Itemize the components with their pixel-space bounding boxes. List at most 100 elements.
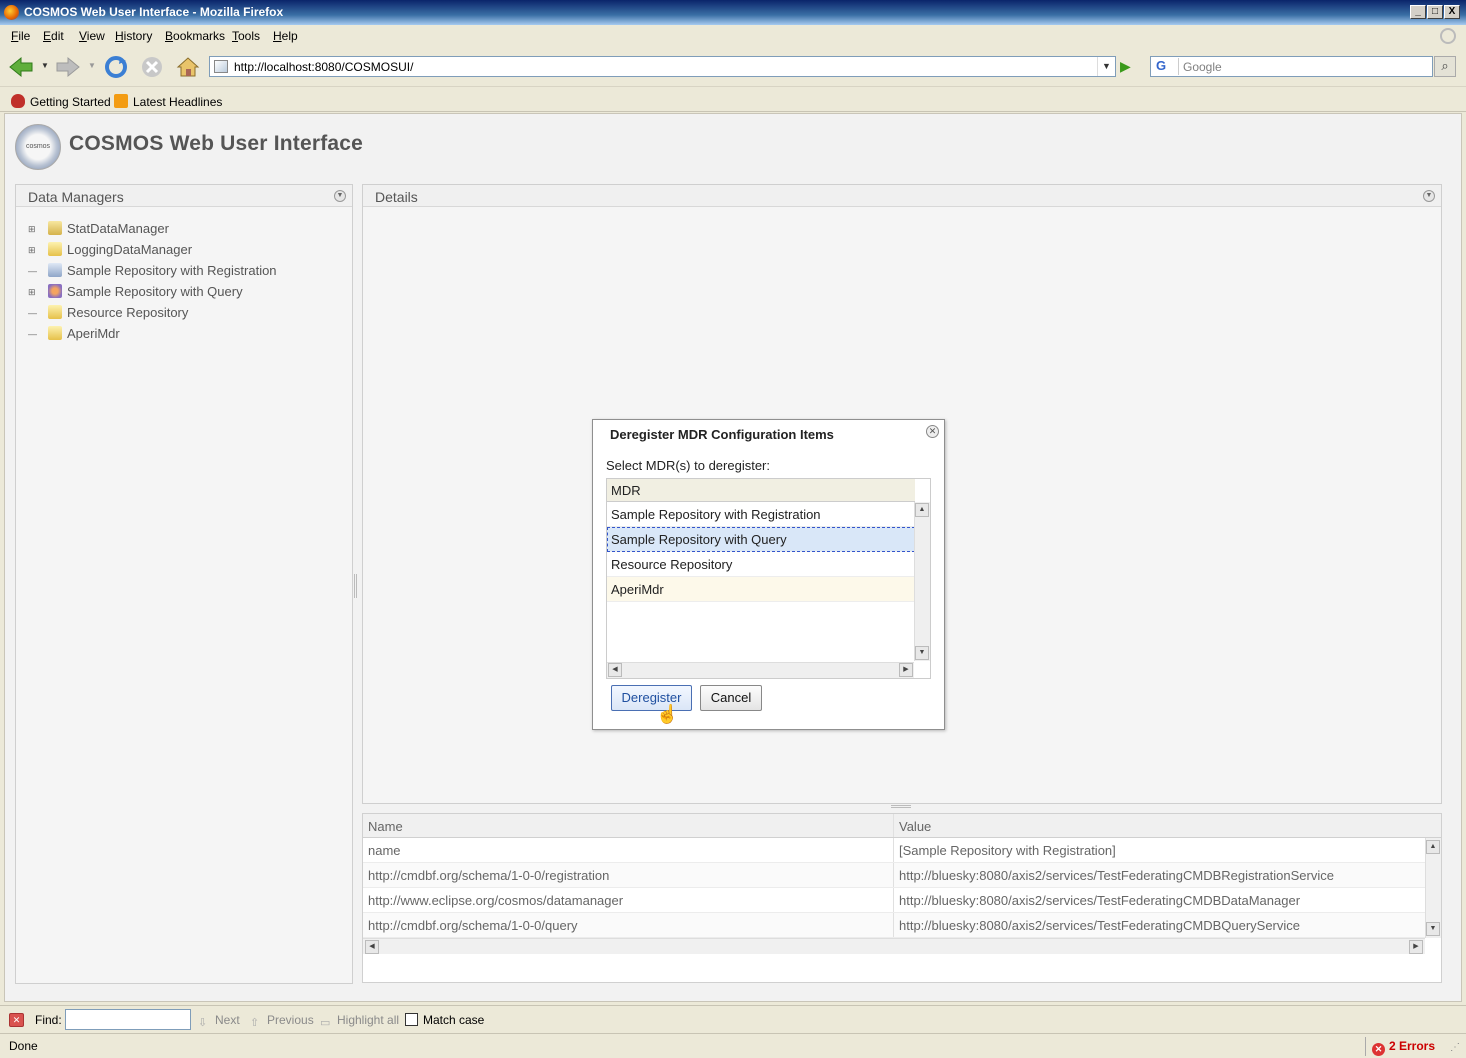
mdr-vertical-scrollbar[interactable]: ▲ ▼ — [914, 502, 930, 661]
table-row[interactable]: http://www.eclipse.org/cosmos/datamanage… — [363, 888, 1441, 913]
go-icon[interactable]: ▶ — [1120, 58, 1138, 76]
cosmos-logo: cosmos — [15, 124, 61, 170]
search-placeholder: Google — [1183, 60, 1222, 74]
mdr-row-resource-repository[interactable]: Resource Repository — [607, 552, 915, 577]
scroll-down-icon[interactable]: ▼ — [1426, 922, 1440, 936]
forward-icon[interactable] — [55, 55, 81, 79]
scroll-left-icon[interactable]: ◀ — [608, 663, 622, 677]
tree-node-label: Sample Repository with Registration — [67, 263, 277, 278]
tree-node-sample-repository-query[interactable]: ⊞ Sample Repository with Query — [28, 284, 243, 304]
reload-icon[interactable] — [103, 55, 129, 79]
tree-node-resource-repository[interactable]: — Resource Repository — [28, 305, 188, 325]
column-header-name[interactable]: Name — [368, 819, 403, 834]
find-input[interactable] — [65, 1009, 191, 1030]
mdr-horizontal-scrollbar[interactable]: ◀ ▶ — [607, 662, 914, 678]
property-name: name — [368, 843, 401, 858]
menu-bookmarks[interactable]: Bookmarks — [165, 29, 225, 43]
forward-dropdown-icon[interactable]: ▼ — [88, 61, 96, 70]
table-row[interactable]: http://cmdbf.org/schema/1-0-0/query http:… — [363, 913, 1441, 938]
scroll-down-icon[interactable]: ▼ — [915, 646, 929, 660]
find-previous-button[interactable]: ⇧ Previous — [250, 1013, 314, 1029]
horizontal-splitter[interactable] — [891, 805, 911, 808]
back-dropdown-icon[interactable]: ▼ — [41, 61, 49, 70]
search-icon[interactable]: ⌕ — [1434, 56, 1456, 77]
dialog-title: Deregister MDR Configuration Items — [610, 427, 834, 442]
firefox-icon — [4, 5, 19, 20]
details-header: Details — [363, 185, 1441, 207]
menu-bar: File Edit View History Bookmarks Tools H… — [0, 25, 1466, 47]
find-next-label: Next — [215, 1013, 240, 1027]
mdr-row-sample-repository-registration[interactable]: Sample Repository with Registration — [607, 502, 915, 527]
google-engine-icon[interactable]: G — [1153, 58, 1179, 75]
highlight-all-label: Highlight all — [337, 1013, 400, 1027]
tree-node-label: Resource Repository — [67, 305, 189, 320]
collapse-panel-icon[interactable]: ▼ — [334, 190, 346, 202]
scroll-up-icon[interactable]: ▲ — [1426, 840, 1440, 854]
url-bar[interactable]: http://localhost:8080/COSMOSUI/ ▼ — [209, 56, 1116, 77]
bookmark-latest-headlines[interactable]: Latest Headlines — [114, 94, 222, 109]
cancel-button[interactable]: Cancel — [700, 685, 762, 711]
table-row[interactable]: http://cmdbf.org/schema/1-0-0/registrati… — [363, 863, 1441, 888]
table-row[interactable]: name [Sample Repository with Registration… — [363, 838, 1441, 863]
property-value: http://bluesky:8080/axis2/services/TestF… — [899, 868, 1334, 883]
expand-icon[interactable]: ⊞ — [28, 245, 48, 256]
expand-icon[interactable]: ⊞ — [28, 224, 48, 235]
close-window-button[interactable]: X — [1444, 5, 1460, 19]
close-find-icon[interactable]: ✕ — [9, 1013, 24, 1027]
url-history-dropdown-icon[interactable]: ▼ — [1097, 57, 1115, 76]
scroll-up-icon[interactable]: ▲ — [915, 503, 929, 517]
database-icon — [48, 242, 62, 256]
hand-cursor-icon: ☝ — [656, 704, 679, 724]
highlight-all-button[interactable]: ▭ Highlight all — [320, 1013, 400, 1029]
resize-grip-icon[interactable]: ⋰ — [1450, 1042, 1460, 1053]
bookmark-label: Getting Started — [30, 95, 111, 109]
tree-line-icon: — — [28, 308, 37, 318]
dialog-close-icon[interactable]: ✕ — [926, 425, 939, 438]
home-icon[interactable] — [175, 55, 201, 79]
property-value: http://bluesky:8080/axis2/services/TestF… — [899, 918, 1301, 933]
column-header-value[interactable]: Value — [899, 819, 931, 834]
tree-node-aperimdr[interactable]: — AperiMdr — [28, 326, 120, 346]
tree-node-loggingdatamanager[interactable]: ⊞ LoggingDataManager — [28, 242, 192, 262]
error-console-indicator[interactable]: ✕ 2 Errors — [1365, 1037, 1441, 1056]
find-next-button[interactable]: ⇩ Next — [198, 1013, 240, 1029]
dialog-prompt: Select MDR(s) to deregister: — [606, 458, 770, 473]
properties-horizontal-scrollbar[interactable]: ◀ ▶ — [363, 938, 1425, 954]
scroll-right-icon[interactable]: ▶ — [899, 663, 913, 677]
match-case-checkbox[interactable] — [405, 1013, 418, 1026]
properties-table: Name Value name [Sample Repository with R… — [362, 813, 1442, 983]
redhat-icon — [11, 94, 25, 108]
arrow-down-icon: ⇩ — [198, 1017, 208, 1029]
scroll-right-icon[interactable]: ▶ — [1409, 940, 1423, 954]
bookmark-getting-started[interactable]: Getting Started — [11, 94, 111, 109]
find-bar: ✕ Find: ⇩ Next ⇧ Previous ▭ Highlight all M… — [0, 1005, 1466, 1033]
users-icon — [48, 284, 62, 298]
tree-node-sample-repository-registration[interactable]: — Sample Repository with Registration — [28, 263, 277, 283]
collapse-panel-icon[interactable]: ▼ — [1423, 190, 1435, 202]
url-text[interactable]: http://localhost:8080/COSMOSUI/ — [234, 60, 413, 74]
menu-tools[interactable]: Tools — [232, 29, 260, 43]
expand-icon[interactable]: ⊞ — [28, 287, 48, 298]
deregister-button[interactable]: Deregister — [611, 685, 692, 711]
maximize-button[interactable]: □ — [1427, 5, 1443, 19]
menu-view[interactable]: View — [79, 29, 105, 43]
mdr-row-sample-repository-query[interactable]: Sample Repository with Query — [607, 527, 915, 552]
menu-help[interactable]: Help — [273, 29, 298, 43]
database-icon — [48, 305, 62, 319]
menu-file[interactable]: File — [11, 29, 30, 43]
repository-icon — [48, 263, 62, 277]
menu-edit[interactable]: Edit — [43, 29, 64, 43]
properties-vertical-scrollbar[interactable]: ▲ ▼ — [1425, 838, 1441, 938]
minimize-button[interactable]: _ — [1410, 5, 1426, 19]
mdr-column-header[interactable]: MDR — [607, 479, 915, 502]
search-input[interactable]: G Google — [1150, 56, 1433, 77]
property-value: http://bluesky:8080/axis2/services/TestF… — [899, 893, 1301, 908]
menu-history[interactable]: History — [115, 29, 152, 43]
back-icon[interactable] — [8, 55, 34, 79]
vertical-splitter[interactable] — [354, 574, 357, 598]
mdr-row-aperimdr[interactable]: AperiMdr — [607, 577, 915, 602]
scroll-left-icon[interactable]: ◀ — [365, 940, 379, 954]
rss-icon — [114, 94, 128, 108]
tree-node-statdatamanager[interactable]: ⊞ StatDataManager — [28, 221, 169, 241]
stop-icon[interactable] — [139, 55, 165, 79]
